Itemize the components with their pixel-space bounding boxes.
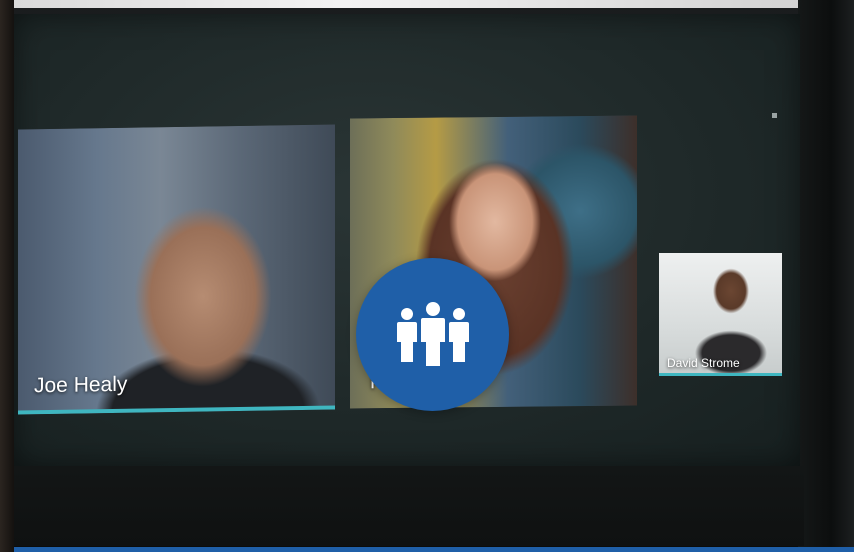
monitor-right-frame [798, 0, 854, 552]
video-feed [18, 124, 335, 415]
bottom-accent-bar [14, 547, 854, 552]
participant-name: David Strome [667, 356, 740, 370]
monitor-bottom-bezel [14, 466, 804, 546]
video-tile-joe-healy[interactable]: Joe Healy [18, 124, 335, 415]
group-people-icon [396, 301, 469, 366]
left-edge [0, 0, 14, 552]
active-speaker-bar [659, 373, 782, 376]
video-tile-david-strome[interactable]: David Strome [659, 253, 782, 376]
participant-name: Joe Healy [34, 372, 128, 398]
wall-background [0, 0, 854, 8]
close-icon[interactable] [772, 113, 777, 118]
group-call-button[interactable] [356, 258, 509, 411]
